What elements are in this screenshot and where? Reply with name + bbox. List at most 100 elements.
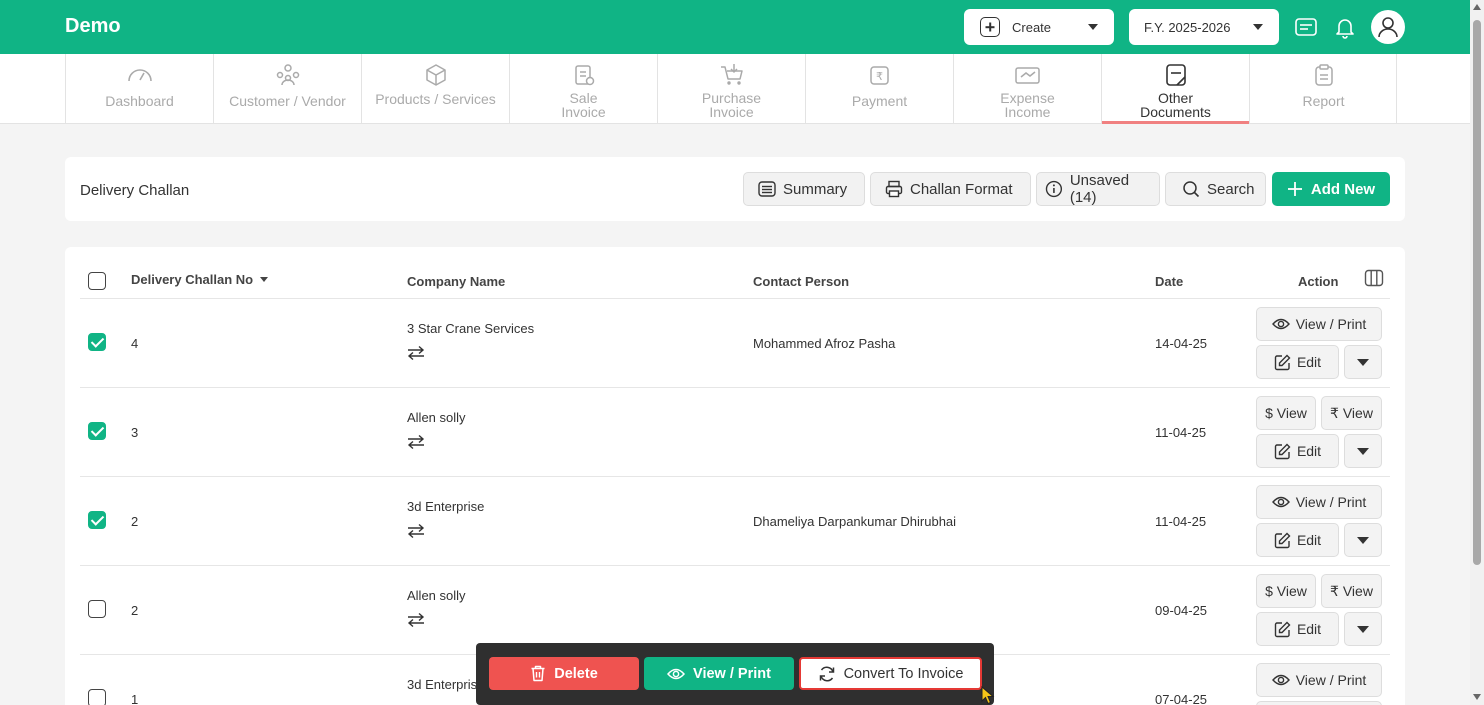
convert-to-invoice-button[interactable]: Convert To Invoice (799, 657, 982, 690)
bulk-view-print-button[interactable]: View / Print (644, 657, 794, 690)
sale-invoice-icon (573, 63, 595, 87)
unsaved-button[interactable]: Unsaved (14) (1036, 172, 1160, 206)
challan-no[interactable]: 2 (131, 514, 138, 529)
page-header: Delivery Challan Summary Challan Format … (65, 157, 1405, 221)
select-all-checkbox[interactable] (88, 272, 106, 290)
brand-name[interactable]: Demo (65, 15, 121, 38)
challan-no[interactable]: 4 (131, 336, 138, 351)
unsaved-label: Unsaved (14) (1069, 172, 1130, 206)
convert-to-invoice-label: Convert To Invoice (843, 665, 964, 682)
challan-date: 11-04-25 (1155, 514, 1207, 529)
company-name[interactable]: Allen solly (407, 588, 466, 603)
challan-no[interactable]: 1 (131, 692, 138, 705)
swap-arrows-icon[interactable] (407, 612, 425, 628)
row-checkbox[interactable] (88, 422, 106, 440)
edit-button[interactable]: Edit (1256, 523, 1339, 557)
create-dropdown[interactable]: Create (964, 9, 1114, 45)
inr-view-label: ₹ View (1330, 404, 1373, 421)
eye-icon (667, 668, 686, 679)
edit-icon (1274, 532, 1291, 548)
swap-arrows-icon[interactable] (407, 523, 425, 539)
page-scrollbar[interactable] (1470, 0, 1484, 705)
more-actions-dropdown[interactable] (1344, 345, 1382, 379)
edit-button[interactable]: Edit (1256, 612, 1339, 646)
edit-button[interactable]: Edit (1256, 434, 1339, 468)
row-divider (80, 565, 1390, 566)
challan-no[interactable]: 3 (131, 425, 138, 440)
bulk-delete-button[interactable]: Delete (489, 657, 639, 690)
nav-tab-customer-vendor[interactable]: Customer / Vendor (213, 54, 361, 124)
plus-square-icon (980, 17, 1000, 37)
challan-date: 09-04-25 (1155, 603, 1208, 618)
users-icon (275, 63, 301, 87)
bulk-delete-label: Delete (554, 665, 598, 682)
nav-tab-label: Sale Invoice (561, 90, 606, 120)
nav-tab-payment[interactable]: ₹ Payment (805, 54, 953, 124)
inr-view-label: ₹ View (1330, 582, 1373, 599)
user-icon (1378, 17, 1398, 38)
nav-tab-dashboard[interactable]: Dashboard (65, 54, 213, 124)
more-actions-dropdown[interactable] (1344, 612, 1382, 646)
chevron-down-icon (1357, 536, 1369, 544)
nav-tab-label: Products / Services (375, 91, 496, 107)
swap-arrows-icon[interactable] (407, 434, 425, 450)
company-name[interactable]: 3d Enterprise (407, 677, 484, 692)
view-print-button[interactable]: View / Print (1256, 485, 1382, 519)
row-checkbox[interactable] (88, 689, 106, 705)
financial-year-label: F.Y. 2025-2026 (1144, 19, 1231, 35)
bulk-view-print-label: View / Print (693, 665, 771, 682)
top-bar: Demo Create F.Y. 2025-2026 (0, 0, 1470, 54)
gauge-icon (127, 63, 153, 87)
row-checkbox[interactable] (88, 333, 106, 351)
challan-format-button[interactable]: Challan Format (870, 172, 1031, 206)
bulk-action-bar: Delete View / Print Convert To Invoice (476, 643, 994, 705)
edit-label: Edit (1296, 354, 1322, 370)
nav-tab-other-documents[interactable]: Other Documents (1101, 54, 1249, 124)
user-avatar[interactable] (1371, 10, 1405, 44)
edit-icon (1274, 621, 1291, 637)
challan-no[interactable]: 2 (131, 603, 138, 618)
view-print-button[interactable]: View / Print (1256, 663, 1382, 697)
nav-tab-sale-invoice[interactable]: Sale Invoice (509, 54, 657, 124)
nav-tab-label: Payment (851, 93, 908, 109)
columns-toggle-icon[interactable] (1364, 269, 1384, 292)
more-actions-dropdown[interactable] (1344, 434, 1382, 468)
edit-button[interactable] (1256, 701, 1382, 705)
financial-year-select[interactable]: F.Y. 2025-2026 (1129, 9, 1279, 45)
search-label: Search (1207, 180, 1255, 198)
nav-tab-label: Customer / Vendor (229, 93, 346, 109)
add-new-button[interactable]: Add New (1272, 172, 1390, 206)
nav-tab-report[interactable]: Report (1249, 54, 1397, 124)
scroll-down-arrow-icon[interactable] (1473, 694, 1481, 700)
company-name[interactable]: 3 Star Crane Services (407, 321, 534, 336)
nav-tab-purchase-invoice[interactable]: Purchase Invoice (657, 54, 805, 124)
inr-view-button[interactable]: ₹ View (1321, 574, 1382, 608)
plus-icon (1287, 182, 1302, 196)
view-print-button[interactable]: View / Print (1256, 307, 1382, 341)
scroll-up-arrow-icon[interactable] (1473, 4, 1481, 10)
edit-label: Edit (1296, 443, 1322, 459)
search-button[interactable]: Search (1165, 172, 1266, 206)
summary-button[interactable]: Summary (743, 172, 865, 206)
scrollbar-thumb[interactable] (1473, 20, 1481, 565)
challan-date: 07-04-25 (1155, 692, 1208, 705)
usd-view-label: $ View (1265, 583, 1307, 599)
row-checkbox[interactable] (88, 600, 106, 618)
usd-view-button[interactable]: $ View (1256, 396, 1316, 430)
usd-view-button[interactable]: $ View (1256, 574, 1316, 608)
bell-icon[interactable] (1332, 14, 1358, 40)
company-name[interactable]: Allen solly (407, 410, 466, 425)
edit-button[interactable]: Edit (1256, 345, 1339, 379)
more-actions-dropdown[interactable] (1344, 523, 1382, 557)
column-header-challan-no[interactable]: Delivery Challan No (131, 272, 269, 287)
inr-view-button[interactable]: ₹ View (1321, 396, 1382, 430)
company-name[interactable]: 3d Enterprise (407, 499, 484, 514)
nav-tab-expense-income[interactable]: Expense Income (953, 54, 1101, 124)
rupee-payment-icon: ₹ (868, 63, 892, 87)
expense-icon (1014, 63, 1042, 87)
view-print-label: View / Print (1295, 494, 1367, 510)
nav-tab-products-services[interactable]: Products / Services (361, 54, 509, 124)
swap-arrows-icon[interactable] (407, 345, 425, 361)
row-checkbox[interactable] (88, 511, 106, 529)
keyboard-shortcut-icon[interactable] (1293, 14, 1319, 40)
